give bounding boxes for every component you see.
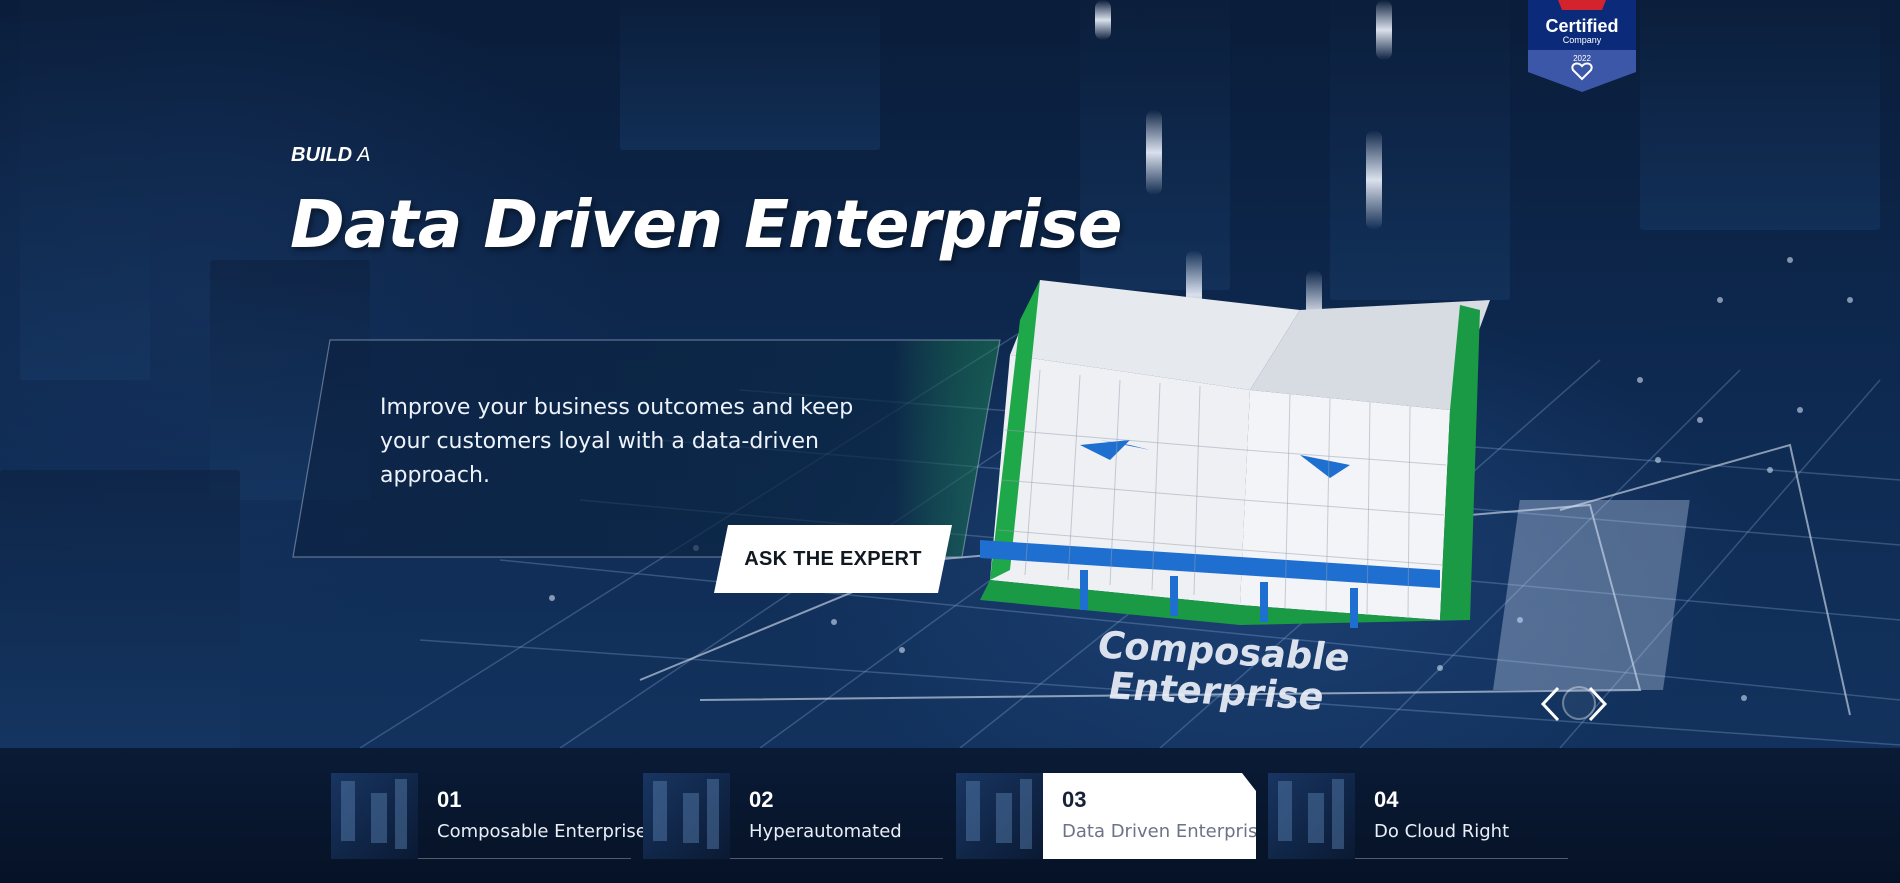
tab-label: Data Driven Enterprise bbox=[1062, 821, 1269, 842]
tab-number: 02 bbox=[749, 787, 774, 812]
eyebrow-light: A bbox=[357, 144, 371, 166]
tab-thumbnail bbox=[331, 773, 418, 859]
eyebrow-bold: BUILD bbox=[291, 144, 353, 166]
badge-subtitle: Company bbox=[1562, 35, 1602, 45]
tab-number: 01 bbox=[437, 787, 462, 812]
hero-headline: Data Driven Enterprise bbox=[290, 186, 1122, 263]
chevron-right-icon bbox=[1588, 686, 1608, 722]
badge-year: 2022 bbox=[1573, 54, 1591, 63]
ask-the-expert-button[interactable]: ASK THE EXPERT bbox=[714, 525, 952, 593]
slider-prev-button[interactable] bbox=[1535, 684, 1565, 724]
tab-do-cloud-right[interactable]: 04 Do Cloud Right bbox=[1268, 773, 1568, 859]
slide-tab-bar bbox=[0, 748, 1900, 883]
hero-eyebrow: BUILD A bbox=[291, 144, 370, 167]
tab-hyperautomated[interactable]: 02 Hyperautomated bbox=[643, 773, 943, 859]
tab-label: Composable Enterprise bbox=[437, 821, 647, 842]
certified-company-badge: Certified Company 2022 bbox=[1528, 0, 1636, 92]
tab-label: Hyperautomated bbox=[749, 821, 902, 842]
tab-label: Do Cloud Right bbox=[1374, 821, 1510, 842]
tab-thumbnail bbox=[643, 773, 730, 859]
tab-data-driven-enterprise[interactable]: 03 Data Driven Enterprise bbox=[956, 773, 1256, 859]
tab-composable-enterprise[interactable]: 01 Composable Enterprise bbox=[331, 773, 647, 859]
tab-number: 04 bbox=[1374, 787, 1399, 812]
tab-number: 03 bbox=[1062, 787, 1087, 812]
chevron-left-icon bbox=[1540, 686, 1560, 722]
tab-thumbnail bbox=[1268, 773, 1355, 859]
hero-description: Improve your business outcomes and keep … bbox=[380, 395, 854, 488]
shield-icon bbox=[1528, 0, 1636, 92]
slider-next-button[interactable] bbox=[1583, 684, 1613, 724]
badge-title: Certified bbox=[1545, 16, 1619, 36]
building-illustration bbox=[980, 280, 1490, 628]
tab-thumbnail bbox=[956, 773, 1043, 859]
